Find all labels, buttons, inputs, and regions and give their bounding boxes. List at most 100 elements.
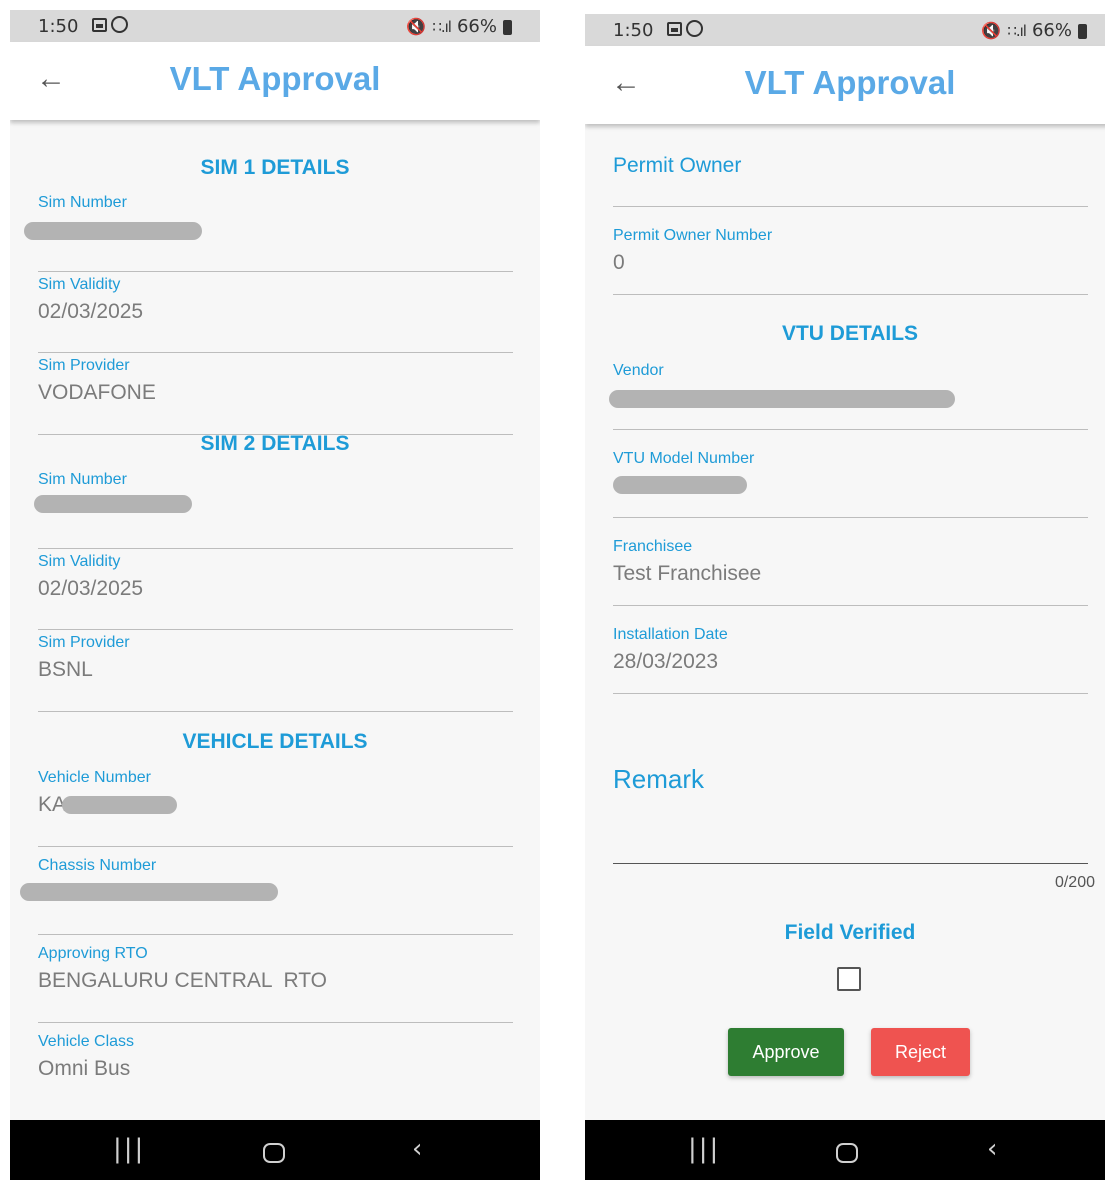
divider	[613, 429, 1088, 430]
field-verified-label: Field Verified	[784, 921, 916, 944]
wifi-signal-icon: ∷.ıl	[432, 17, 452, 36]
sim1-number-field: Sim Number	[24, 194, 513, 244]
franchisee-field: Franchisee Test Franchisee	[613, 538, 1088, 588]
status-time: 1:50	[613, 20, 654, 41]
status-bar: 1:50 🔇 ∷.ıl 66%	[10, 10, 540, 42]
approving-rto-label: Approving RTO	[38, 945, 148, 962]
divider	[38, 934, 513, 935]
vtu-heading: VTU DETAILS	[781, 322, 919, 345]
chassis-number-value	[20, 881, 513, 907]
whatsapp-icon	[686, 20, 703, 37]
franchisee-value: Test Franchisee	[613, 562, 762, 585]
battery-level: 66%	[456, 16, 497, 37]
approving-rto-value: BENGALURU CENTRAL RTO	[38, 969, 328, 992]
vendor-field: Vendor	[609, 362, 1088, 412]
sim2-provider-value: BSNL	[38, 658, 93, 681]
home-icon[interactable]	[263, 1143, 285, 1163]
sim1-provider-field: Sim Provider VODAFONE	[38, 357, 513, 407]
vehicle-class-value: Omni Bus	[38, 1057, 131, 1080]
permit-owner-field[interactable]: Permit Owner	[613, 154, 1088, 178]
remark-char-counter: 0/200	[1054, 874, 1095, 891]
status-time: 1:50	[38, 16, 79, 37]
page-title: VLT Approval	[744, 64, 956, 101]
system-icons: 🔇 ∷.ıl 66%	[981, 20, 1087, 41]
vtu-model-number-value	[613, 474, 1088, 500]
vehicle-class-label: Vehicle Class	[38, 1033, 135, 1050]
sim2-provider-label: Sim Provider	[38, 634, 130, 651]
sim1-validity-label: Sim Validity	[38, 276, 121, 293]
battery-level: 66%	[1031, 20, 1072, 41]
divider	[613, 605, 1088, 606]
vehicle-class-field: Vehicle Class Omni Bus	[38, 1033, 513, 1083]
system-icons: 🔇 ∷.ıl 66%	[406, 16, 512, 37]
installation-date-label: Installation Date	[613, 626, 728, 643]
right-screen: 1:50 🔇 ∷.ıl 66% ← VLT Approval Permit Ow…	[585, 14, 1105, 1180]
sim2-number-label: Sim Number	[38, 471, 127, 488]
sim1-heading: SIM 1 DETAILS	[200, 156, 350, 179]
mute-icon: 🔇	[981, 21, 1002, 40]
notification-icons	[92, 16, 128, 33]
back-nav-icon[interactable]: ‹	[412, 1134, 422, 1164]
permit-owner-number-value: 0	[613, 251, 625, 274]
sim1-provider-value: VODAFONE	[38, 381, 156, 404]
approving-rto-field: Approving RTO BENGALURU CENTRAL RTO	[38, 945, 513, 995]
divider	[613, 206, 1088, 207]
gallery-icon	[92, 17, 107, 32]
back-nav-icon[interactable]: ‹	[987, 1134, 997, 1164]
field-verified-checkbox[interactable]	[837, 967, 861, 991]
permit-owner-label: Permit Owner	[613, 154, 742, 177]
recents-icon[interactable]: |||	[113, 1134, 145, 1164]
left-screen: 1:50 🔇 ∷.ıl 66% ← VLT Approval SIM 1 DET…	[10, 10, 540, 1180]
approve-button[interactable]: Approve	[728, 1028, 844, 1076]
installation-date-value: 28/03/2023	[613, 650, 719, 673]
battery-icon	[1078, 24, 1087, 39]
vendor-label: Vendor	[613, 362, 664, 379]
sim2-validity-field: Sim Validity 02/03/2025	[38, 553, 513, 603]
divider	[38, 629, 513, 630]
redacted-vendor	[609, 390, 955, 408]
permit-owner-number-field: Permit Owner Number 0	[613, 227, 1088, 277]
battery-icon	[503, 20, 512, 35]
sim2-heading: SIM 2 DETAILS	[200, 432, 350, 455]
sim2-validity-value: 02/03/2025	[38, 577, 144, 600]
notification-icons	[667, 20, 703, 37]
sim2-validity-label: Sim Validity	[38, 553, 121, 570]
vtu-model-number-field: VTU Model Number	[613, 450, 1088, 500]
app-bar: ← VLT Approval	[10, 42, 540, 120]
whatsapp-icon	[111, 16, 128, 33]
app-bar: ← VLT Approval	[585, 46, 1105, 124]
gallery-icon	[667, 21, 682, 36]
remark-input-label[interactable]: Remark	[613, 764, 704, 795]
divider	[613, 294, 1088, 295]
permit-owner-number-label: Permit Owner Number	[613, 227, 773, 244]
divider	[38, 711, 513, 712]
divider	[613, 517, 1088, 518]
vendor-value	[609, 386, 1088, 412]
system-nav-bar: ||| ‹	[10, 1120, 540, 1180]
mute-icon: 🔇	[406, 17, 427, 36]
remark-underline	[613, 863, 1088, 864]
redacted-sim1-number	[24, 222, 202, 240]
system-nav-bar: ||| ‹	[585, 1120, 1105, 1180]
chassis-number-field: Chassis Number	[20, 857, 513, 907]
vehicle-number-value: KA	[38, 793, 513, 819]
recents-icon[interactable]: |||	[688, 1134, 720, 1164]
redacted-vehicle-number	[62, 796, 177, 814]
vtu-model-number-label: VTU Model Number	[613, 450, 755, 467]
divider	[613, 693, 1088, 694]
home-icon[interactable]	[836, 1143, 858, 1163]
redacted-chassis-number	[20, 883, 278, 901]
divider	[38, 548, 513, 549]
vehicle-number-label: Vehicle Number	[38, 769, 151, 786]
divider	[38, 846, 513, 847]
divider	[38, 271, 513, 272]
vehicle-number-field: Vehicle Number KA	[38, 769, 513, 819]
redacted-vtu-model-number	[613, 476, 747, 494]
reject-button[interactable]: Reject	[871, 1028, 970, 1076]
divider	[38, 352, 513, 353]
sim2-provider-field: Sim Provider BSNL	[38, 634, 513, 684]
franchisee-label: Franchisee	[613, 538, 693, 555]
sim1-validity-field: Sim Validity 02/03/2025	[38, 276, 513, 326]
sim1-number-value	[24, 218, 513, 244]
sim2-number-field: Sim Number	[34, 471, 513, 521]
